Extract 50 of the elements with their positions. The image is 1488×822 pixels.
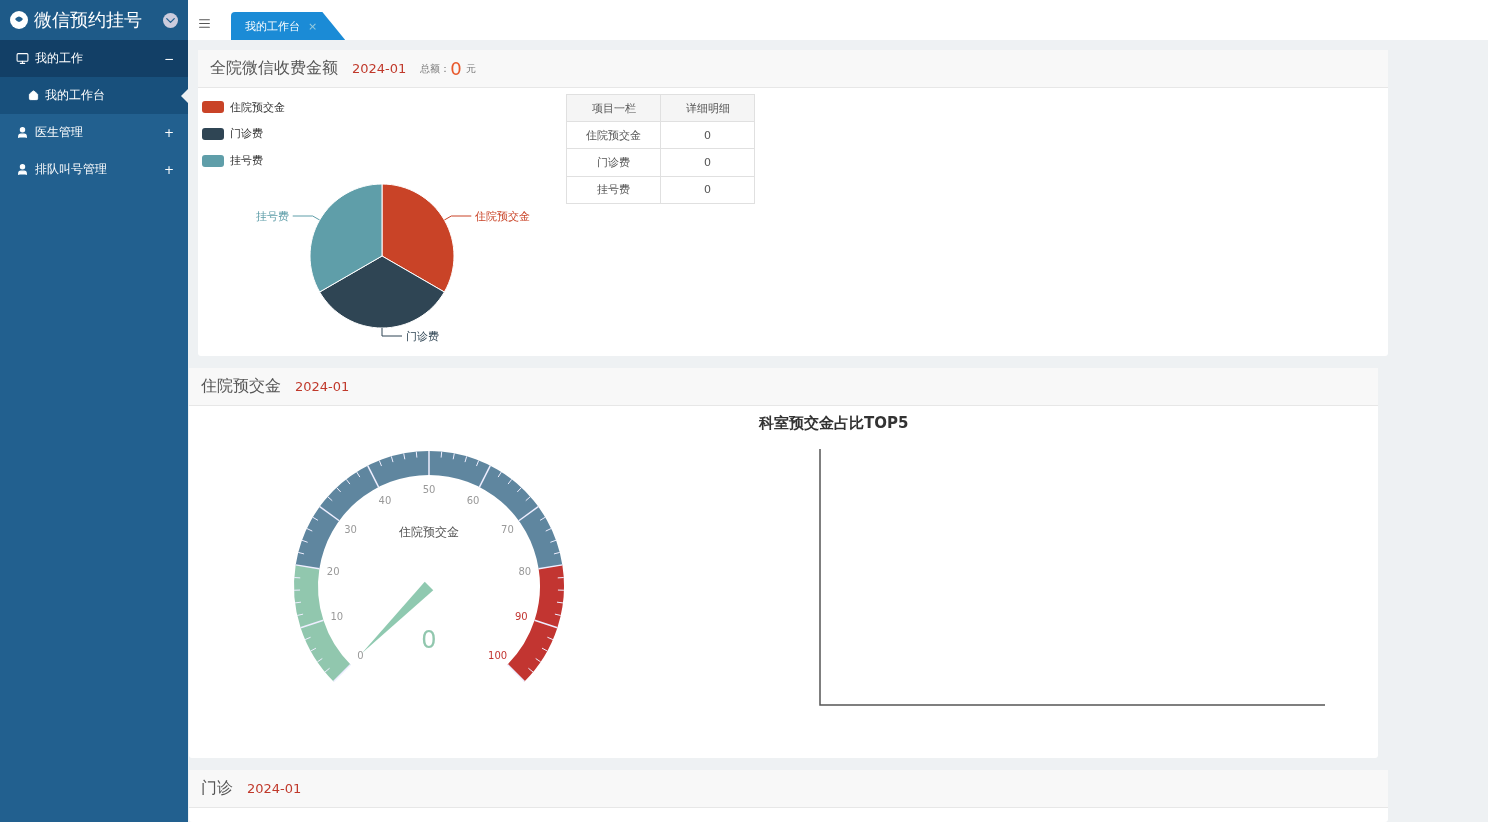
user-icon	[16, 126, 29, 139]
gauge-tick-label: 30	[344, 524, 357, 535]
panel-title: 全院微信收费金额	[210, 58, 338, 79]
table-cell: 0	[660, 176, 755, 204]
chart-title: 科室预交金占比TOP5	[759, 414, 909, 433]
table-cell: 挂号费	[566, 176, 661, 204]
table-cell: 0	[660, 121, 755, 149]
total-unit: 元	[465, 61, 476, 76]
home-icon	[28, 90, 39, 101]
legend-label[interactable]: 门诊费	[230, 126, 263, 142]
gauge-tick-label: 90	[514, 610, 528, 622]
total-amount: 0	[450, 58, 462, 79]
legend-label[interactable]: 住院预交金	[230, 99, 285, 115]
slice-label: 挂号费	[255, 209, 321, 223]
panel-date: 2024-01	[247, 781, 302, 796]
gauge-tick-label: 100	[488, 649, 508, 661]
table-cell: 0	[660, 148, 755, 177]
gauge-tick-label: 60	[466, 494, 480, 506]
brand-title: 微信预约挂号	[34, 8, 143, 32]
sidebar-subitem[interactable]: 我的工作台	[0, 77, 188, 114]
gauge-value: 0	[421, 626, 437, 654]
slice-label: 住院预交金	[443, 209, 531, 223]
logo-icon	[10, 11, 28, 29]
slice-label: 门诊费	[381, 327, 439, 343]
user-icon	[16, 163, 29, 176]
total-label: 总额：	[420, 61, 451, 76]
sidebar-item[interactable]: 排队叫号管理 +	[0, 151, 188, 188]
monitor-icon	[16, 52, 29, 65]
gauge-tick-label: 50	[422, 484, 436, 495]
gauge-tick-label: 10	[330, 610, 344, 622]
gauge-tick-label: 20	[326, 565, 340, 577]
table-header: 项目一栏	[566, 94, 661, 122]
gauge-title: 住院预交金	[399, 525, 459, 539]
menu-icon[interactable]	[198, 17, 211, 30]
panel-title: 住院预交金	[201, 376, 281, 397]
sidebar-item[interactable]: 医生管理 +	[0, 114, 188, 151]
gauge-tick-label: 80	[518, 565, 532, 577]
gauge-tick-label: 40	[378, 494, 392, 506]
panel-date: 2024-01	[295, 379, 350, 394]
tab[interactable]: 我的工作台 ×	[231, 12, 346, 40]
chevron-icon[interactable]	[163, 12, 178, 28]
panel-title: 门诊	[201, 778, 233, 799]
legend-label[interactable]: 挂号费	[230, 153, 263, 169]
gauge-tick-label: 70	[501, 524, 514, 535]
table-cell: 门诊费	[566, 148, 661, 177]
table-cell: 住院预交金	[566, 121, 661, 149]
panel-date: 2024-01	[352, 61, 407, 76]
sidebar-item[interactable]: 我的工作 −	[0, 40, 188, 77]
gauge-tick-label: 0	[357, 649, 364, 661]
table-header: 详细明细	[660, 94, 755, 122]
